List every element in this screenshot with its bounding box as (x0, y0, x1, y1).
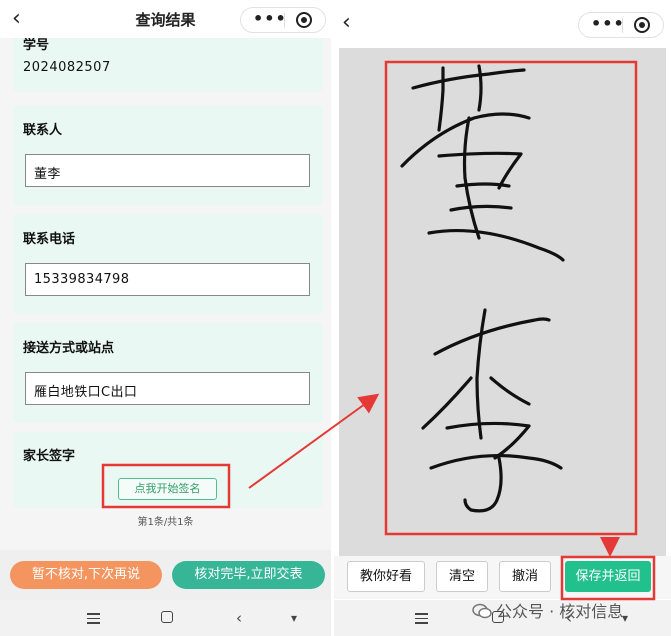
back-chevron-icon[interactable]: ‹ (342, 10, 351, 35)
phone-input[interactable]: 15339834798 (25, 263, 310, 296)
undo-button[interactable]: 撤消 (499, 561, 551, 592)
menu-icon[interactable] (415, 613, 428, 627)
student-id-label: 学号 (23, 38, 50, 53)
handwritten-signature (400, 64, 565, 513)
signature-card: 家长签字 点我开始签名 (13, 432, 323, 508)
capsule-divider (622, 18, 623, 33)
right-phone-screen: ‹ ••• 教你好看 清空 撤消 保存并返回 ‹ ▾ (334, 0, 671, 636)
close-target-icon[interactable] (296, 12, 312, 28)
phone-card: 联系电话 15339834798 (13, 214, 323, 314)
left-phone-screen: ‹ 查询结果 ••• 学号 2024082507 联系人 董李 联系电话 153… (0, 0, 331, 636)
start-signing-button[interactable]: 点我开始签名 (118, 478, 217, 500)
home-icon[interactable] (161, 611, 173, 623)
pickup-input[interactable]: 雁白地铁口C出口 (25, 372, 310, 405)
system-nav-bar: ‹ ▾ (0, 600, 331, 636)
form-scroll-area[interactable]: 学号 2024082507 联系人 董李 联系电话 15339834798 接送… (0, 38, 331, 550)
signature-canvas[interactable] (339, 48, 666, 556)
clear-button[interactable]: 清空 (436, 561, 488, 592)
signature-toolbar: 教你好看 清空 撤消 保存并返回 (334, 556, 671, 599)
more-icon[interactable]: ••• (591, 14, 625, 33)
back-icon[interactable]: ‹ (236, 609, 242, 627)
pickup-label: 接送方式或站点 (23, 341, 115, 356)
demo-button[interactable]: 教你好看 (347, 561, 425, 592)
submit-form-button[interactable]: 核对完毕,立即交表 (172, 561, 325, 589)
wechat-logo-icon (472, 603, 492, 619)
save-and-return-button[interactable]: 保存并返回 (565, 561, 651, 592)
wechat-watermark: 公众号 · 核对信息 (472, 598, 623, 622)
phone-input-value: 15339834798 (34, 272, 130, 287)
student-id-card: 学号 2024082507 (13, 38, 323, 92)
top-bar: ‹ 查询结果 ••• (0, 0, 331, 38)
mini-program-capsule: ••• (240, 7, 326, 33)
phone-label: 联系电话 (23, 232, 76, 247)
mini-program-capsule: ••• (578, 12, 664, 38)
student-id-value: 2024082507 (23, 60, 111, 75)
contact-input[interactable]: 董李 (25, 154, 310, 187)
watermark-text: 公众号 · 核对信息 (496, 602, 624, 621)
signature-label: 家长签字 (23, 449, 76, 464)
check-later-button[interactable]: 暂不核对,下次再说 (10, 561, 162, 589)
close-target-icon[interactable] (634, 17, 650, 33)
menu-icon[interactable] (87, 613, 100, 627)
contact-card: 联系人 董李 (13, 105, 323, 205)
pickup-card: 接送方式或站点 雁白地铁口C出口 (13, 323, 323, 423)
capsule-divider (284, 13, 285, 28)
action-bar: 暂不核对,下次再说 核对完毕,立即交表 (0, 550, 331, 600)
signature-top-bar: ‹ ••• (334, 0, 671, 48)
pickup-input-value: 雁白地铁口C出口 (34, 385, 138, 400)
pagination-text: 第1条/共1条 (137, 517, 194, 528)
more-icon[interactable]: ••• (253, 9, 287, 28)
contact-label: 联系人 (23, 123, 63, 138)
contact-input-value: 董李 (34, 167, 61, 182)
down-icon[interactable]: ▾ (291, 611, 297, 625)
